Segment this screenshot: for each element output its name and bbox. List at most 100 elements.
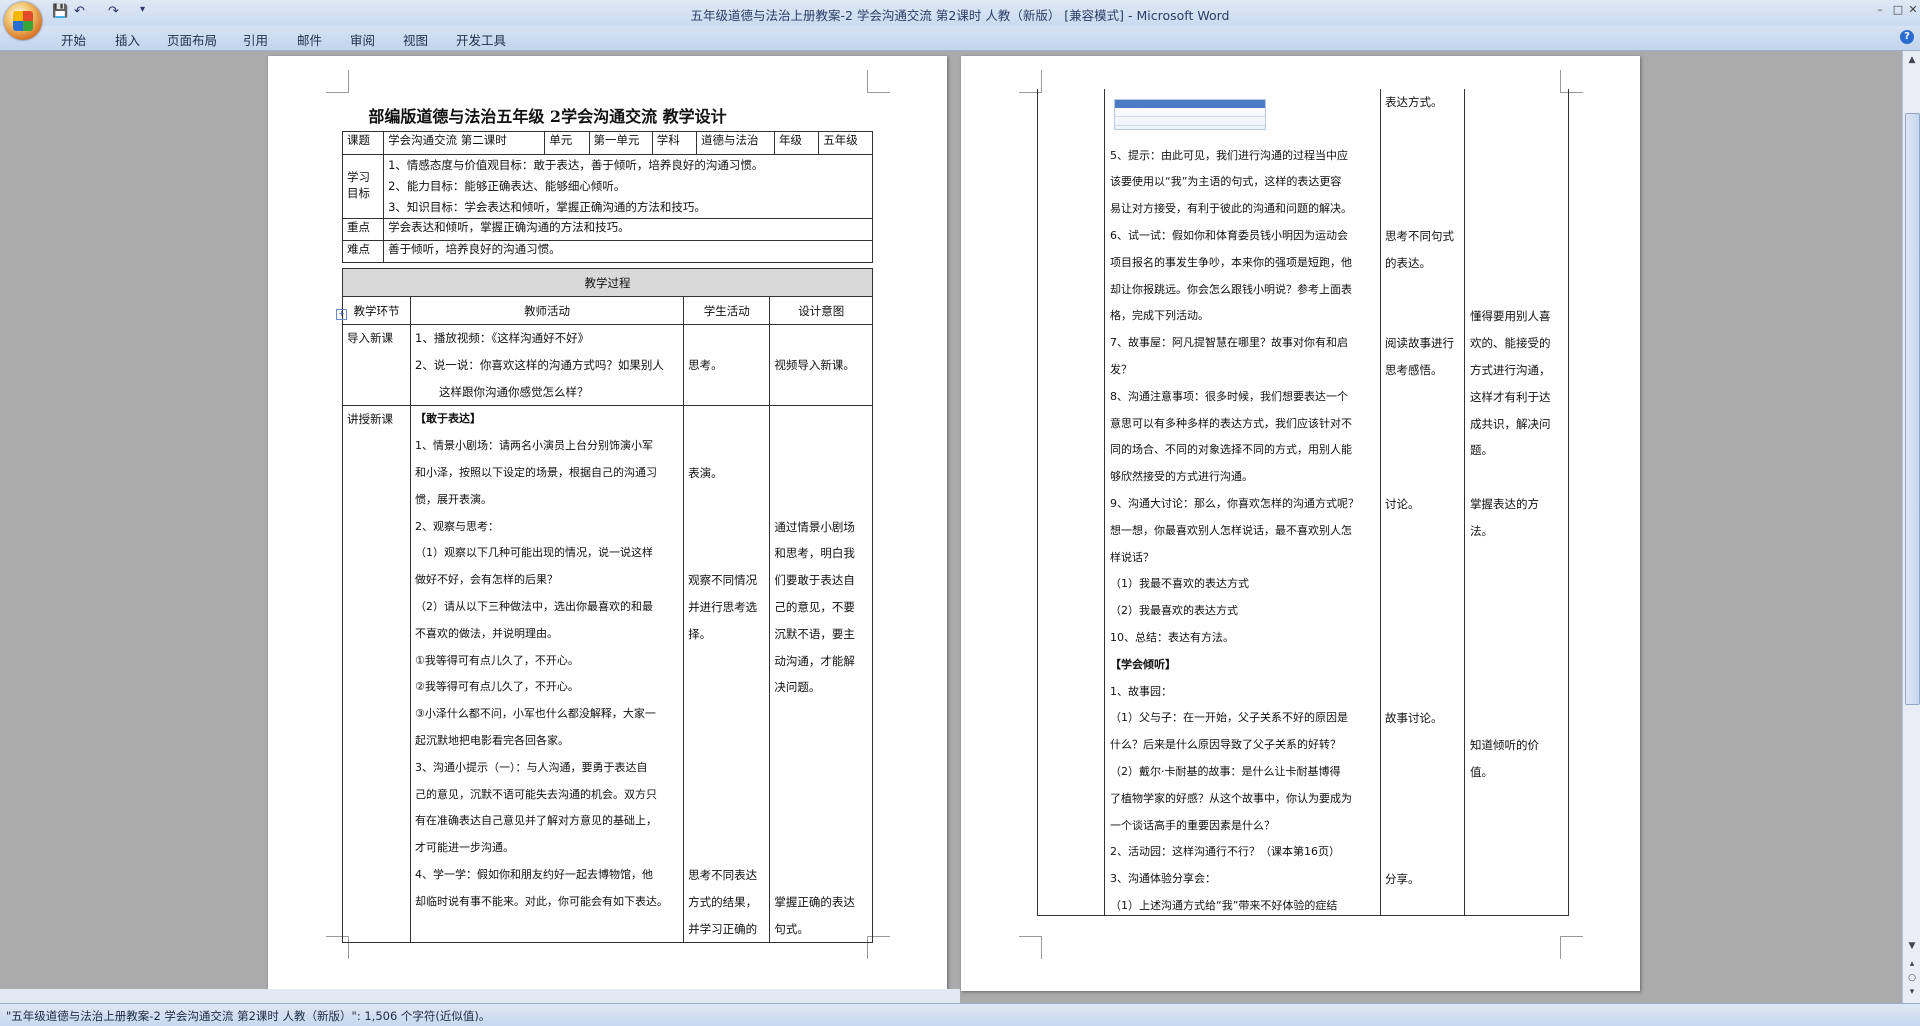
activity-line: 项目报名的事发生争吵，本来你的强项是短跑，他 (1110, 255, 1352, 269)
goal-item: 1、情感态度与价值观目标：敢于表达，善于倾听，培养良好的沟通习惯。 (388, 158, 764, 172)
activity-line: （2）我最喜欢的表达方式 (1110, 604, 1238, 618)
window-title: 五年级道德与法治上册教案-2 学会沟通交流 第2课时 人教（新版） [兼容模式]… (690, 8, 1230, 23)
table-row: 难点 善于倾听，培养良好的沟通习惯。 (341, 240, 873, 263)
table-row: 讲授新课 【敢于表达】 1、情景小剧场：请两名小演员上台分别饰演小军 和小泽，按照以… (341, 405, 873, 944)
help-icon[interactable]: ? (1900, 30, 1914, 44)
table-cell: 学科 (651, 131, 698, 155)
vertical-scrollbar[interactable]: ▲ ▼ ▴ ○ ▾ (1902, 51, 1920, 1003)
activity-line (1385, 277, 1463, 304)
activity-line: 够欣然接受的方式进行沟通。 (1110, 470, 1253, 484)
teacher-activity: 5、提示：由此可见，我们进行沟通的过程当中应 该要使用以“我”为主语的句式，这样的… (1110, 89, 1378, 920)
scroll-down-icon[interactable]: ▼ (1906, 941, 1918, 951)
next-page-icon[interactable]: ▾ (1906, 987, 1918, 997)
activity-line: 3、沟通体验分享会： (1110, 872, 1216, 886)
goal-item: 3、知识目标：学会表达和倾听，掌握正确沟通的方法和技巧。 (388, 200, 706, 214)
tab-mailings[interactable]: 邮件 (297, 30, 322, 49)
tab-page-layout[interactable]: 页面布局 (167, 30, 217, 49)
activity-line: 6、试一试：假如你和体育委员钱小明因为运动会 (1110, 228, 1348, 242)
intent-line: 和思考，明白我 (774, 546, 855, 561)
column-header: 学生活动 (683, 296, 771, 325)
tab-insert[interactable]: 插入 (115, 30, 140, 49)
document-area[interactable]: 部编版道德与法治五年级 2学会沟通交流 教学设计 课题 学会沟通交流 第二课时 … (0, 51, 1902, 1003)
activity-line: （1）上述沟通方式给“我”带来不好体验的症结 (1110, 898, 1338, 912)
activity-line: 1、播放视频：《这样沟通好不好》 (415, 331, 590, 345)
activity-line: 这样跟你沟通你感觉怎么样？ (439, 384, 589, 399)
column-divider (1464, 89, 1465, 915)
activity-line: 意思可以有多种多样的表达方式，我们应该针对不 (1110, 416, 1352, 430)
horizontal-scrollbar[interactable] (0, 989, 960, 1003)
activity-line: 10、总结：表达有方法。 (1110, 630, 1234, 644)
intent-line (1470, 893, 1564, 920)
design-intent: 视频导入新课。 (769, 323, 873, 407)
activity-line: （1）观察以下几种可能出现的情况，说一说这样 (415, 546, 654, 560)
activity-line: 观察不同情况 (688, 573, 758, 588)
intent-line: 己的意见，不要 (774, 599, 855, 614)
activity-line: 同的场合、不同的对象选择不同的方式，用别人能 (1110, 443, 1352, 457)
activity-line (688, 325, 765, 352)
activity-line: 1、故事园： (1110, 684, 1172, 698)
scroll-thumb[interactable] (1905, 113, 1920, 705)
document-page-2[interactable]: 5、提示：由此可见，我们进行沟通的过程当中应 该要使用以“我”为主语的句式，这样的… (961, 56, 1640, 991)
maximize-button[interactable]: □ (1890, 3, 1906, 17)
tab-review[interactable]: 审阅 (350, 30, 375, 49)
activity-line (688, 674, 765, 701)
document-title: 部编版道德与法治五年级 2学会沟通交流 教学设计 (368, 107, 727, 126)
design-intent: 通过情景小剧场 和思考，明白我 们要敢于表达自 己的意见，不要 沉默不语，要主 动沟通，才… (769, 405, 873, 944)
intent-line: 成共识，解决问 (1470, 416, 1551, 431)
activity-line: 有在准确表达自己意见并了解对方意见的基础上， (415, 814, 658, 828)
intent-line: 们要敢于表达自 (774, 573, 855, 588)
tab-developer[interactable]: 开发工具 (456, 30, 506, 49)
minimize-button[interactable]: – (1872, 3, 1888, 17)
key-text: 学会表达和倾听，掌握正确沟通的方法和技巧。 (383, 218, 873, 241)
close-button[interactable]: ✕ (1905, 3, 1920, 17)
activity-line: ③小泽什么都不问，小军也什么都没解释，大家一 (415, 707, 656, 721)
column-divider (1380, 89, 1381, 915)
activity-line: 和小泽，按照以下设定的场景，根据自己的沟通习 (415, 465, 658, 479)
table-cell: 年级 (773, 131, 820, 155)
intent-line: 欢的、能接受的 (1470, 336, 1551, 351)
intent-line (774, 406, 868, 433)
intent-line: 法。 (1470, 523, 1493, 538)
teacher-activity: 1、播放视频：《这样沟通好不好》 2、说一说：你喜欢这样的沟通方式吗？如果别人 … (410, 323, 685, 407)
activity-line (1110, 89, 1378, 116)
activity-line: 【敢于表达】 (415, 412, 482, 426)
activity-line: 1、情景小剧场：请两名小演员上台分别饰演小军 (415, 439, 654, 453)
difficulty-text: 善于倾听，培养良好的沟通习惯。 (383, 240, 873, 263)
office-button[interactable] (4, 2, 42, 40)
intent-line (774, 487, 868, 514)
crop-mark (867, 70, 890, 93)
student-activity: 表达方式。 思考不同句式 的表达。 阅读故事进行 思考感悟。 讨论。 故事讨论。 分享。 (1385, 89, 1463, 920)
table-row: 重点 学会表达和倾听，掌握正确沟通的方法和技巧。 (341, 218, 873, 241)
activity-line (1385, 598, 1463, 625)
activity-line (688, 540, 765, 567)
activity-line (688, 406, 765, 433)
activity-line: （2）戴尔·卡耐基的故事：是什么让卡耐基博得 (1110, 764, 1341, 778)
intent-line: 通过情景小剧场 (774, 519, 855, 534)
table-move-handle-icon[interactable]: + (336, 309, 347, 320)
document-page-1[interactable]: 部编版道德与法治五年级 2学会沟通交流 教学设计 课题 学会沟通交流 第二课时 … (268, 56, 947, 991)
activity-line (688, 728, 765, 755)
intent-line (1470, 196, 1564, 223)
tab-view[interactable]: 视图 (403, 30, 428, 49)
teacher-activity: 【敢于表达】 1、情景小剧场：请两名小演员上台分别饰演小军 和小泽，按照以下设定的场… (410, 405, 685, 944)
scroll-up-icon[interactable]: ▲ (1906, 55, 1918, 65)
activity-line (1385, 303, 1463, 330)
tab-home[interactable]: 开始 (61, 30, 86, 49)
activity-line (688, 433, 765, 460)
table-cell: 第一单元 (588, 131, 653, 155)
intent-line (1470, 223, 1564, 250)
table-row: 教学环节 教师活动 学生活动 设计意图 (341, 296, 873, 325)
activity-line: 2、说一说：你喜欢这样的沟通方式吗？如果别人 (415, 357, 664, 372)
intent-line (1470, 625, 1564, 652)
tab-references[interactable]: 引用 (243, 30, 268, 49)
table-cell: 五年级 (818, 131, 873, 155)
intent-line (774, 701, 868, 728)
intent-line: 掌握表达的方 (1470, 496, 1539, 511)
activity-line (688, 755, 765, 782)
continued-table: 5、提示：由此可见，我们进行沟通的过程当中应 该要使用以“我”为主语的句式，这样的… (1037, 89, 1569, 916)
select-browse-object-icon[interactable]: ○ (1906, 973, 1918, 983)
previous-page-icon[interactable]: ▴ (1906, 959, 1918, 969)
intent-line: 句式。 (774, 921, 809, 936)
intent-line: 动沟通，才能解 (774, 653, 855, 668)
design-intent: 懂得要用别人喜 欢的、能接受的 方式进行沟通， 这样才有利于达 成共识，解决问 题。 掌握表… (1470, 89, 1564, 920)
